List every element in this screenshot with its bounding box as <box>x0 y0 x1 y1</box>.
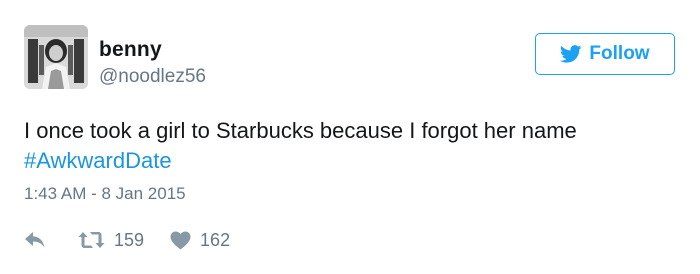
hashtag-link[interactable]: #AwkwardDate <box>24 148 172 173</box>
heart-icon <box>170 231 191 250</box>
retweet-count: 159 <box>114 229 145 250</box>
tweet-actions: 159 162 <box>24 226 230 254</box>
follow-label: Follow <box>589 43 650 64</box>
twitter-bird-icon <box>560 45 582 63</box>
author-name[interactable]: benny <box>99 38 162 62</box>
tweet-body: I once took a girl to Starbucks because … <box>24 116 674 176</box>
tweet-card: benny @noodlez56 Follow I once took a gi… <box>0 0 700 274</box>
avatar[interactable] <box>24 25 88 89</box>
follow-button[interactable]: Follow <box>535 33 675 75</box>
like-count: 162 <box>200 229 231 250</box>
tweet-text: I once took a girl to Starbucks because … <box>24 118 577 143</box>
retweet-button[interactable]: 159 <box>78 230 144 251</box>
reply-button[interactable] <box>24 231 46 249</box>
author-handle[interactable]: @noodlez56 <box>99 66 206 88</box>
retweet-icon <box>78 230 105 250</box>
like-button[interactable]: 162 <box>170 230 230 251</box>
tweet-timestamp[interactable]: 1:43 AM - 8 Jan 2015 <box>24 184 186 204</box>
reply-icon <box>24 231 46 249</box>
